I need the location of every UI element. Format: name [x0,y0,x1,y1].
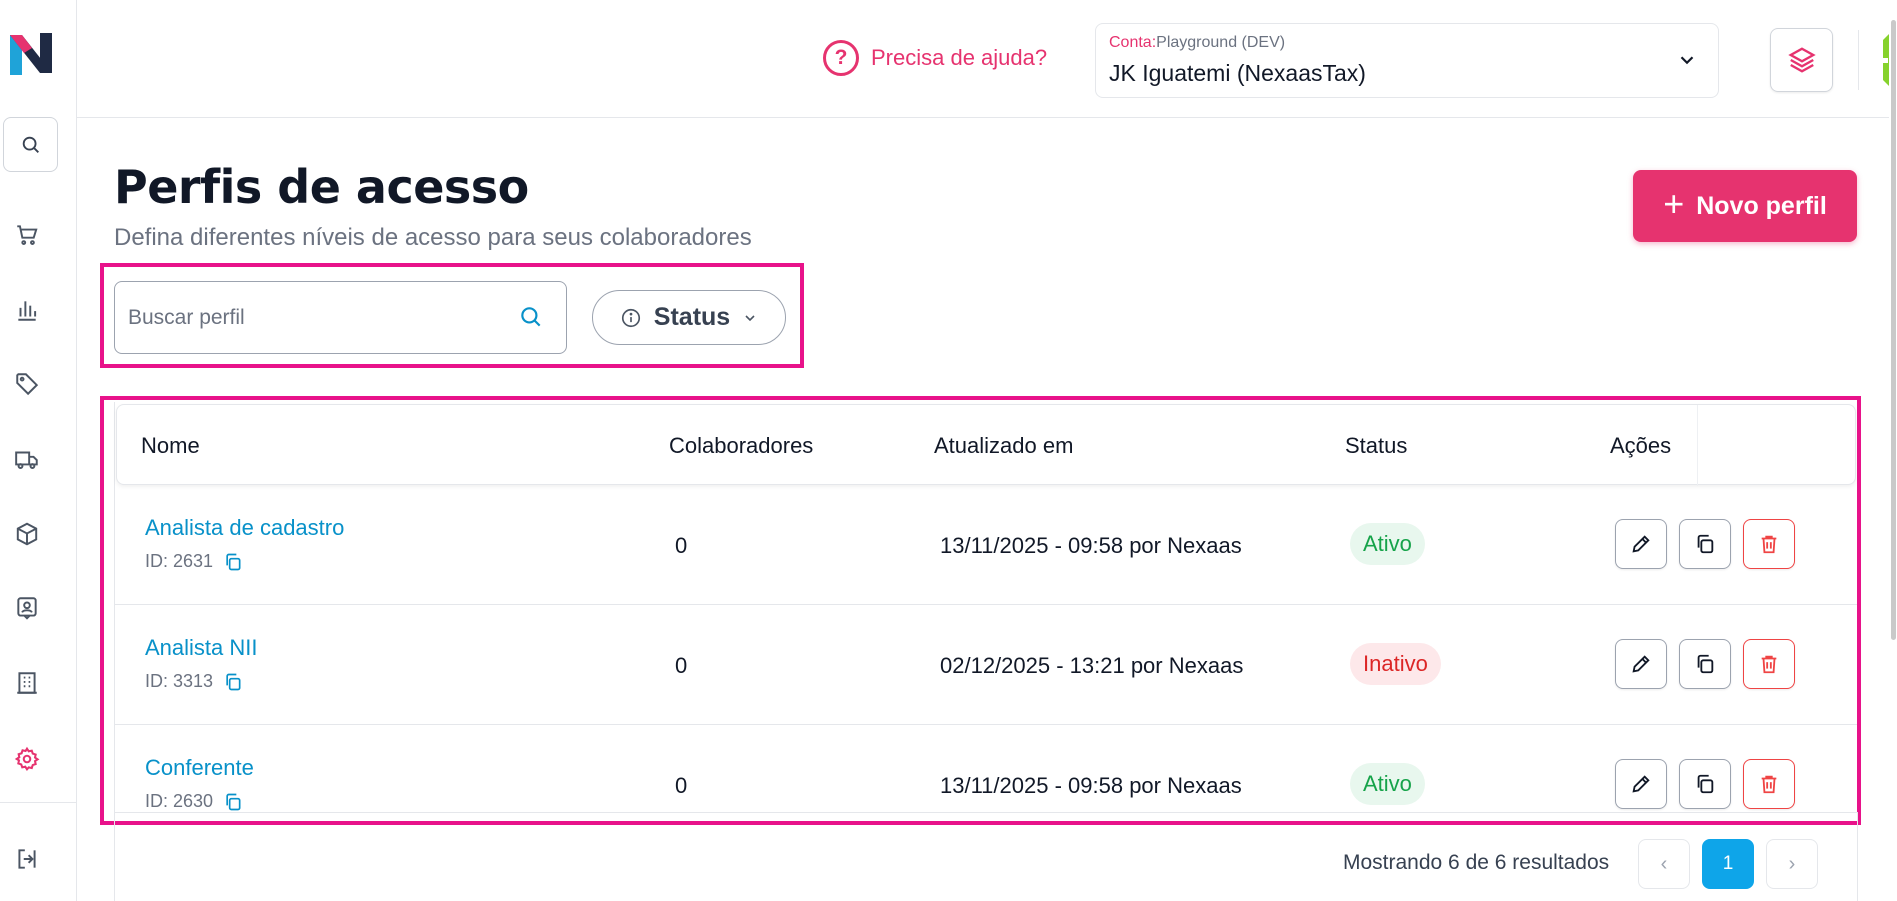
status-filter-button[interactable]: Status [592,290,786,345]
sidebar [0,0,77,901]
info-icon [621,308,640,327]
sidebar-item-contacts[interactable] [11,592,43,624]
new-profile-button[interactable]: + Novo perfil [1633,170,1857,242]
box-icon [16,522,38,546]
chevron-right-icon: › [1788,852,1796,875]
account-label: Conta:Playground (DEV) [1109,34,1286,51]
chart-icon [18,301,37,321]
sidebar-item-logout[interactable] [11,843,43,875]
sidebar-item-settings[interactable] [11,743,43,775]
contact-icon [17,597,37,620]
layers-icon [1787,47,1816,73]
tag-icon [16,373,39,396]
logout-icon [18,849,36,869]
sidebar-item-inventory[interactable] [11,518,43,550]
help-link[interactable]: ? Precisa de ajuda? [823,40,1047,76]
help-text: Precisa de ajuda? [871,45,1048,70]
chevron-down-icon [1676,49,1698,76]
sidebar-search-button[interactable] [3,117,58,172]
account-name: JK Iguatemi (NexaasTax) [1109,60,1366,86]
account-selector[interactable]: Conta:Playground (DEV) JK Iguatemi (Nexa… [1095,23,1719,98]
prev-page-button[interactable]: ‹ [1638,839,1690,889]
page-button-1[interactable]: 1 [1702,839,1754,889]
truck-icon [15,451,38,469]
sidebar-item-companies[interactable] [11,667,43,699]
new-profile-label: Novo perfil [1696,191,1827,220]
search-placeholder: Buscar perfil [128,305,245,329]
profile-search-input[interactable]: Buscar perfil [114,281,567,354]
results-count: Mostrando 6 de 6 resultados [1343,851,1610,874]
gear-icon [14,746,40,771]
sidebar-item-products[interactable] [11,368,43,400]
sidebar-item-reports[interactable] [11,294,43,326]
cart-icon [17,225,38,245]
chevron-left-icon: ‹ [1660,852,1668,875]
chevron-down-icon [745,314,755,321]
help-icon: ? [823,40,859,76]
status-filter-label: Status [653,303,731,331]
sidebar-item-sales[interactable] [11,219,43,251]
sidebar-divider [0,802,77,803]
page-title: Perfis de acesso [114,160,529,214]
table-highlight-frame [100,396,1861,825]
next-page-button[interactable]: › [1766,839,1818,889]
building-icon [17,672,37,694]
sidebar-item-logistics[interactable] [11,443,43,475]
nexaas-logo[interactable] [8,29,54,79]
plus-icon: + [1663,183,1685,224]
header-divider [1858,30,1859,90]
scrollbar-thumb[interactable] [1891,20,1896,640]
top-header: ? Precisa de ajuda? Conta:Playground (DE… [77,0,1897,118]
page-subtitle: Defina diferentes níveis de acesso para … [114,224,752,251]
search-icon [22,136,39,153]
apps-switcher-button[interactable] [1770,28,1833,92]
search-icon[interactable] [518,304,544,330]
